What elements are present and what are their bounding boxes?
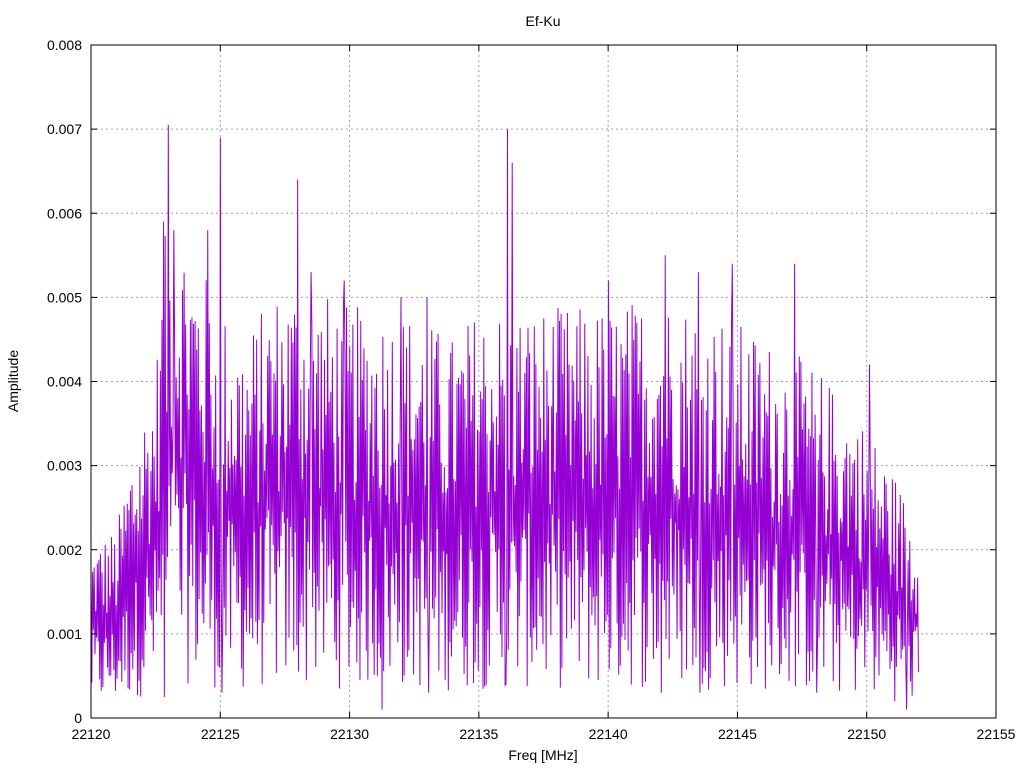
y-tick-label: 0.006 <box>47 205 82 221</box>
x-tick-label: 22150 <box>847 726 886 742</box>
y-tick-label: 0.001 <box>47 626 82 642</box>
x-tick-label: 22145 <box>718 726 757 742</box>
spectrum-series-line <box>90 124 919 710</box>
y-tick-label: 0.007 <box>47 121 82 137</box>
chart-title: Ef-Ku <box>525 13 560 29</box>
y-tick-label: 0.002 <box>47 542 82 558</box>
series-layer <box>90 124 919 710</box>
x-tick-label: 22140 <box>589 726 628 742</box>
x-axis-label: Freq [MHz] <box>508 747 577 763</box>
y-tick-label: 0.004 <box>47 374 82 390</box>
y-axis-label: Amplitude <box>5 350 21 412</box>
x-tick-label: 22125 <box>201 726 240 742</box>
x-tick-label: 22135 <box>459 726 498 742</box>
y-tick-label: 0.003 <box>47 458 82 474</box>
y-tick-label: 0.005 <box>47 289 82 305</box>
x-tick-label: 22120 <box>72 726 111 742</box>
y-tick-label: 0.008 <box>47 37 82 53</box>
y-tick-label: 0 <box>74 710 82 726</box>
spectrum-chart: 22120 22125 22130 22135 22140 22145 22150 22155… <box>5 13 1016 763</box>
chart-container: 22120 22125 22130 22135 22140 22145 22150 22155… <box>0 0 1024 768</box>
x-tick-label: 22130 <box>330 726 369 742</box>
x-tick-label: 22155 <box>977 726 1016 742</box>
